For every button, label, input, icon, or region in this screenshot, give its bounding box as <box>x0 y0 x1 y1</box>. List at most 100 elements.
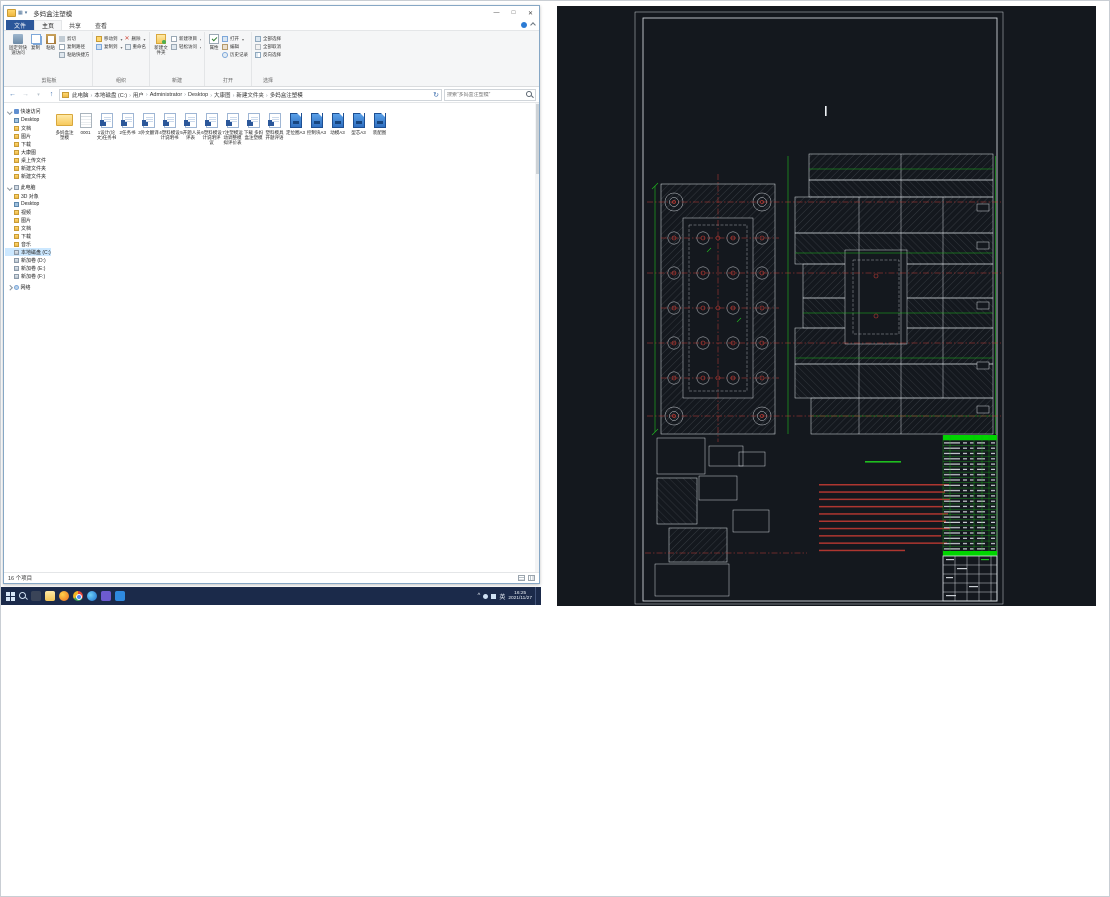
sidebar-item-documents[interactable]: 文档 <box>5 224 51 232</box>
back-button[interactable]: ← <box>7 89 18 100</box>
search-input[interactable] <box>447 92 526 98</box>
details-view-icon[interactable] <box>518 575 525 581</box>
file-item[interactable]: 0001 <box>75 111 96 145</box>
sidebar-item-desktop[interactable]: Desktop <box>5 200 51 208</box>
sidebar-item-new-folder-2[interactable]: 新建文件夹 <box>5 172 51 180</box>
tab-file[interactable]: 文件 <box>6 20 34 30</box>
history-button[interactable]: 历史记录 <box>222 52 248 58</box>
address-bar[interactable]: 此电脑 本地磁盘 (C:) 用户 Administrator Desktop 大… <box>59 89 442 101</box>
cut-button[interactable]: 剪切 <box>59 36 89 42</box>
sidebar-section-this-pc[interactable]: 此电脑 <box>5 183 51 192</box>
sidebar-item-documents-qa[interactable]: 文档 <box>5 124 51 132</box>
breadcrumb-this-pc[interactable]: 此电脑 <box>72 91 89 99</box>
language-indicator[interactable]: 英 <box>499 592 505 601</box>
show-desktop-button[interactable] <box>535 587 538 605</box>
paste-shortcut-button[interactable]: 粘贴快捷方式 <box>59 52 89 58</box>
copy-to-button[interactable]: 复制到 <box>96 44 123 50</box>
sidebar-item-pictures-qa[interactable]: 图片 <box>5 132 51 140</box>
file-item[interactable]: 定位圈A3 <box>285 111 306 145</box>
task-view-icon[interactable] <box>31 591 41 601</box>
breadcrumb-administrator[interactable]: Administrator <box>144 92 182 98</box>
breadcrumb-local-disk-c[interactable]: 本地磁盘 (C:) <box>89 91 128 99</box>
sidebar-item-local-disk-c[interactable]: 本地磁盘 (C:) <box>5 248 51 256</box>
sidebar-item-pictures[interactable]: 图片 <box>5 216 51 224</box>
select-none-button[interactable]: 全部取消 <box>255 44 281 50</box>
properties-button[interactable]: 属性 <box>208 32 220 50</box>
file-item[interactable]: 6塑料模设计说明评议 <box>201 111 222 145</box>
qat-properties-icon[interactable]: ▦ <box>18 10 23 16</box>
sidebar-section-network[interactable]: 网络 <box>5 283 51 292</box>
file-item[interactable]: 2任务书 <box>117 111 138 145</box>
titlebar[interactable]: ▦ ▾ 多妈盒注塑模 — □ ✕ <box>4 6 539 20</box>
recent-locations-icon[interactable]: ▾ <box>33 89 44 100</box>
file-item[interactable]: 3外文翻译 <box>138 111 159 145</box>
easy-access-button[interactable]: 轻松访问 <box>171 44 201 50</box>
taskbar-chrome-icon[interactable] <box>73 591 83 601</box>
invert-selection-button[interactable]: 反向选择 <box>255 52 281 58</box>
maximize-button[interactable]: □ <box>505 6 522 20</box>
new-item-button[interactable]: 新建项目 <box>171 36 201 42</box>
sidebar-item-music[interactable]: 音乐 <box>5 240 51 248</box>
tab-view[interactable]: 查看 <box>88 20 114 30</box>
vertical-scrollbar[interactable] <box>535 103 539 572</box>
delete-button[interactable]: ✕ 删除 <box>125 36 147 42</box>
scrollbar-thumb[interactable] <box>536 104 539 174</box>
file-item[interactable]: 4塑料模设计说明书 <box>159 111 180 145</box>
sidebar-section-quick-access[interactable]: 快速访问 <box>5 107 51 116</box>
sidebar-item-volume-f[interactable]: 新加卷 (F:) <box>5 272 51 280</box>
file-item[interactable]: 多妈盒注塑模 <box>54 111 75 145</box>
paste-button[interactable]: 粘贴 <box>44 32 57 50</box>
sidebar-item-desktop-qa[interactable]: Desktop <box>5 116 51 124</box>
taskbar-explorer-icon[interactable] <box>45 591 55 601</box>
move-to-button[interactable]: 移动到 <box>96 36 123 42</box>
copy-path-button[interactable]: 复制路径 <box>59 44 89 50</box>
new-folder-button[interactable]: 新建文件夹 <box>153 32 169 55</box>
taskbar-search-icon[interactable] <box>19 592 27 600</box>
sidebar-item-downloads-qa[interactable]: 下载 <box>5 140 51 148</box>
edit-button[interactable]: 编辑 <box>222 44 248 50</box>
taskbar-app-blue-icon[interactable] <box>115 591 125 601</box>
tray-expand-icon[interactable]: ^ <box>478 593 481 599</box>
file-item[interactable]: 动模A3 <box>327 111 348 145</box>
file-item[interactable]: 装配图 <box>369 111 390 145</box>
file-item[interactable]: 型芯A3 <box>348 111 369 145</box>
file-item[interactable]: 1设计(论文)任务书 <box>96 111 117 145</box>
search-box[interactable] <box>444 89 536 101</box>
sidebar-item-volume-e[interactable]: 新加卷 (E:) <box>5 264 51 272</box>
large-icons-view-icon[interactable] <box>528 575 535 581</box>
up-button[interactable]: ↑ <box>46 89 57 100</box>
close-button[interactable]: ✕ <box>522 6 539 20</box>
taskbar-app-purple-icon[interactable] <box>101 591 111 601</box>
file-item[interactable]: 下载 多妈盒注塑模 <box>243 111 264 145</box>
sidebar-item-volume-d[interactable]: 新加卷 (D:) <box>5 256 51 264</box>
qat-customize-icon[interactable]: ▾ <box>25 10 28 16</box>
sidebar-item-videos[interactable]: 视频 <box>5 208 51 216</box>
file-item[interactable]: 控制块A3 <box>306 111 327 145</box>
sidebar-item-upload-folder[interactable]: 桌上传文件 <box>5 156 51 164</box>
sidebar-item-downloads[interactable]: 下载 <box>5 232 51 240</box>
chevron-down-icon[interactable] <box>7 185 12 190</box>
tab-home[interactable]: 主页 <box>34 20 62 30</box>
file-item[interactable]: 5开题人员评表 <box>180 111 201 145</box>
sidebar-item-new-folder-1[interactable]: 新建文件夹 <box>5 164 51 172</box>
sidebar-item-3d-objects[interactable]: 3D 对象 <box>5 192 51 200</box>
volume-tray-icon[interactable] <box>491 594 496 599</box>
chevron-down-icon[interactable] <box>7 109 12 114</box>
network-tray-icon[interactable] <box>483 594 488 599</box>
file-item[interactable]: 7注塑模运动调整模拟评价表 <box>222 111 243 145</box>
forward-button[interactable]: → <box>20 89 31 100</box>
collapse-ribbon-icon[interactable] <box>530 22 536 28</box>
tab-share[interactable]: 共享 <box>62 20 88 30</box>
taskbar-firefox-icon[interactable] <box>59 591 69 601</box>
pin-to-quick-access-button[interactable]: 固定到快速访问 <box>9 32 27 55</box>
start-button[interactable] <box>6 592 15 601</box>
taskbar-edge-icon[interactable] <box>87 591 97 601</box>
refresh-icon[interactable]: ↻ <box>433 91 439 99</box>
breadcrumb-desktop[interactable]: Desktop <box>182 92 208 98</box>
file-item[interactable]: 塑料模具开题评语 <box>264 111 285 145</box>
open-button[interactable]: 打开 <box>222 36 248 42</box>
copy-button[interactable]: 复制 <box>29 32 42 50</box>
help-icon[interactable] <box>521 22 527 28</box>
breadcrumb-new-folder[interactable]: 新建文件夹 <box>231 91 264 99</box>
select-all-button[interactable]: 全部选择 <box>255 36 281 42</box>
